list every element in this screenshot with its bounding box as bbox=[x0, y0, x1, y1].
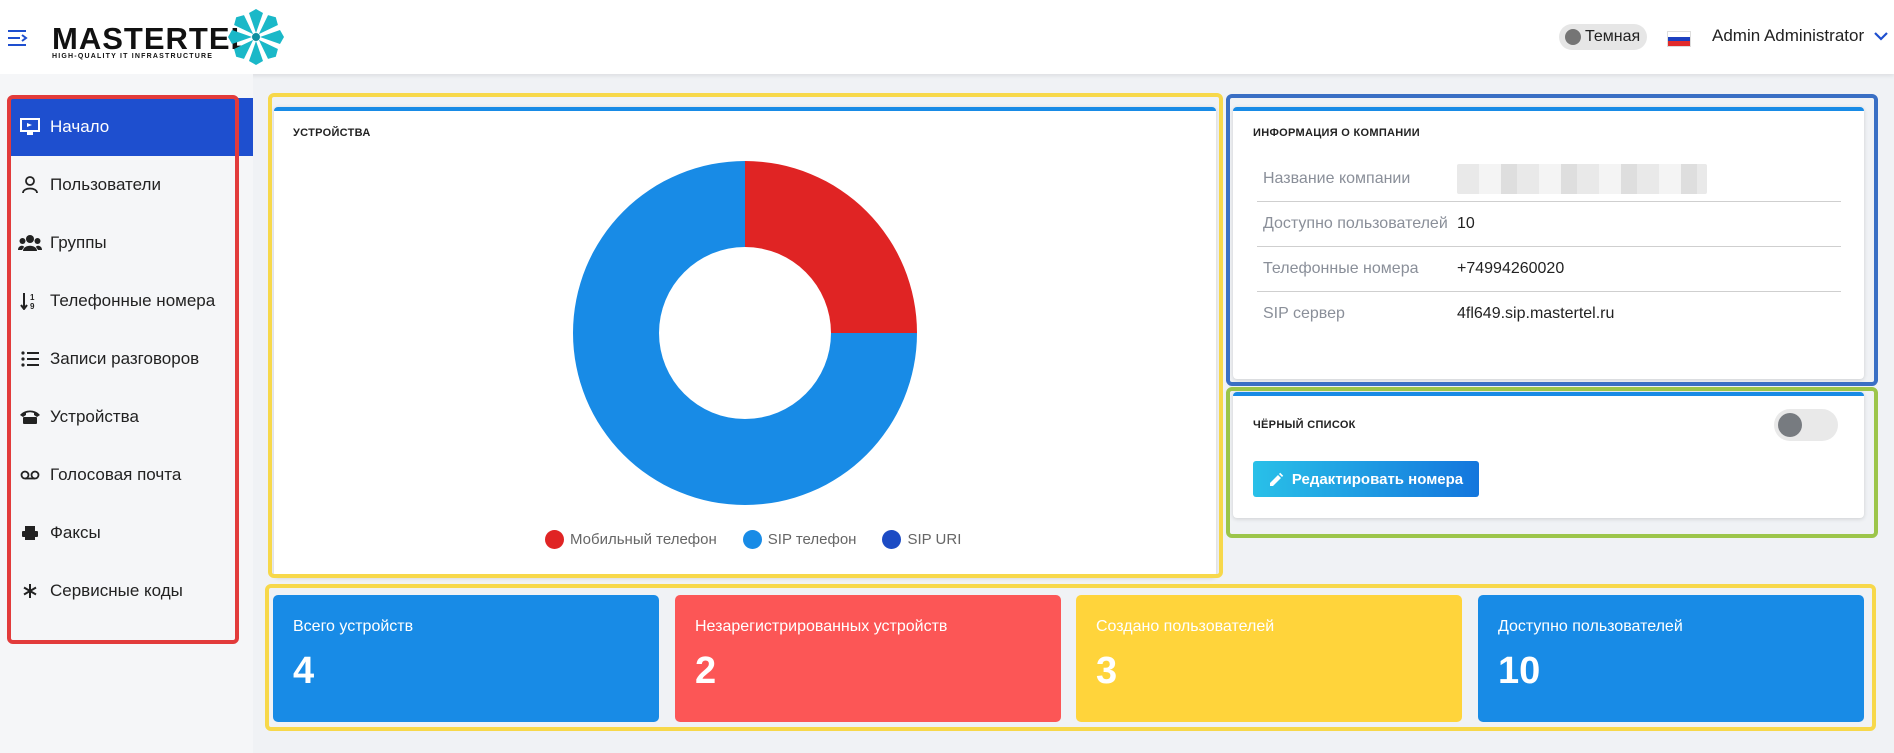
legend-item-0[interactable]: Мобильный телефон bbox=[545, 530, 717, 549]
chart-legend: Мобильный телефон SIP телефон SIP URI bbox=[545, 530, 961, 549]
edit-numbers-button-label: Редактировать номера bbox=[1291, 470, 1464, 488]
stat-label: Создано пользователей bbox=[1096, 618, 1275, 635]
sidebar-item-8[interactable]: Сервисные коды bbox=[8, 562, 253, 620]
legend-swatch bbox=[545, 530, 564, 549]
sidebar-item-4[interactable]: Записи разговоров bbox=[8, 330, 253, 388]
user-icon bbox=[18, 175, 42, 195]
blacklist-panel bbox=[1233, 392, 1864, 518]
svg-text:1: 1 bbox=[30, 293, 35, 302]
user-menu[interactable]: Admin Administrator bbox=[1712, 26, 1888, 46]
legend-label: SIP телефон bbox=[767, 531, 857, 548]
sidebar-item-label: Начало bbox=[50, 117, 110, 136]
legend-swatch bbox=[882, 530, 902, 549]
sidebar-item-7[interactable]: Факсы bbox=[8, 504, 253, 562]
sidebar-item-label: Группы bbox=[50, 233, 107, 252]
company-info-row: SIP сервер 4fl649.sip.mastertel.ru bbox=[1257, 292, 1841, 336]
legend-item-1[interactable]: SIP телефон bbox=[742, 530, 857, 549]
blacklist-toggle-switch[interactable] bbox=[1774, 409, 1838, 441]
company-info-value: 4fl649.sip.mastertel.ru bbox=[1457, 305, 1615, 322]
brand-tagline: HIGH-QUALITY IT INFRASTRUCTURE bbox=[52, 53, 214, 60]
sidebar-item-label: Телефонные номера bbox=[50, 291, 216, 310]
user-name: Admin Administrator bbox=[1712, 26, 1865, 45]
voicemail-icon bbox=[18, 465, 42, 485]
sidebar-item-label: Пользователи bbox=[50, 175, 161, 194]
company-info-value: 10 bbox=[1457, 215, 1475, 232]
theme-toggle-label: Темная bbox=[1585, 28, 1641, 45]
asterisk-icon bbox=[18, 581, 42, 601]
company-info-row: Название компании bbox=[1257, 157, 1841, 202]
stat-card-1: Незарегистрированных устройств 2 bbox=[675, 595, 1061, 722]
sidebar-item-2[interactable]: Группы bbox=[8, 214, 253, 272]
stat-value: 3 bbox=[1096, 650, 1118, 692]
group-icon bbox=[18, 233, 42, 253]
sidebar-item-0[interactable]: Начало bbox=[8, 98, 253, 156]
sidebar-item-label: Устройства bbox=[50, 407, 139, 426]
sidebar-item-5[interactable]: Устройства bbox=[8, 388, 253, 446]
sidebar-item-label: Голосовая почта bbox=[50, 465, 182, 484]
stat-label: Доступно пользователей bbox=[1498, 618, 1683, 635]
fax-icon bbox=[18, 523, 42, 543]
russian-flag-icon[interactable] bbox=[1667, 31, 1691, 47]
company-info-key: Название компании bbox=[1263, 170, 1411, 187]
snowflake-logo-icon bbox=[228, 9, 284, 65]
stat-card-0: Всего устройств 4 bbox=[273, 595, 659, 722]
stat-label: Всего устройств bbox=[293, 618, 414, 635]
sort-numbers-icon: 19 bbox=[18, 291, 42, 311]
company-name-redacted bbox=[1457, 164, 1707, 194]
pencil-icon bbox=[1269, 472, 1284, 486]
devices-donut-chart bbox=[573, 161, 917, 505]
svg-text:9: 9 bbox=[30, 302, 35, 310]
edit-numbers-button[interactable]: Редактировать номера bbox=[1253, 461, 1479, 497]
sidebar-item-label: Сервисные коды bbox=[50, 581, 183, 600]
company-info-row: Телефонные номера +74994260020 bbox=[1257, 247, 1841, 292]
brand-logo-text: MASTERTEL bbox=[52, 21, 251, 56]
stat-card-2: Создано пользователей 3 bbox=[1076, 595, 1462, 722]
stat-label: Незарегистрированных устройств bbox=[695, 618, 948, 635]
sidebar-item-1[interactable]: Пользователи bbox=[8, 156, 253, 214]
stat-value: 4 bbox=[293, 650, 315, 692]
theme-toggle-knob bbox=[1565, 29, 1581, 45]
stat-value: 10 bbox=[1498, 650, 1541, 692]
sidebar-nav: Начало Пользователи Группы 1 9 Телефонные ном… bbox=[8, 98, 253, 620]
theme-toggle[interactable]: Темная bbox=[1559, 24, 1647, 50]
company-info-title: ИНФОРМАЦИЯ О КОМПАНИИ bbox=[1253, 127, 1420, 139]
chevron-down-icon bbox=[1874, 32, 1888, 41]
devices-panel-title: УСТРОЙСТВА bbox=[293, 127, 371, 139]
phone-icon bbox=[18, 407, 42, 427]
company-info-key: Доступно пользователей bbox=[1263, 215, 1448, 232]
company-info-value: +74994260020 bbox=[1457, 260, 1565, 277]
sidebar-item-label: Факсы bbox=[50, 523, 101, 542]
legend-label: SIP URI bbox=[907, 531, 962, 548]
company-info-row: Доступно пользователей 10 bbox=[1257, 202, 1841, 247]
legend-label: Мобильный телефон bbox=[570, 531, 717, 548]
company-info-key: Телефонные номера bbox=[1263, 260, 1419, 277]
stat-value: 2 bbox=[695, 650, 717, 692]
stat-card-3: Доступно пользователей 10 bbox=[1478, 595, 1864, 722]
list-icon bbox=[18, 349, 42, 369]
donut-slice-0[interactable] bbox=[745, 161, 917, 333]
legend-item-2[interactable]: SIP URI bbox=[882, 530, 961, 549]
sidebar-item-label: Записи разговоров bbox=[50, 349, 200, 368]
monitor-icon bbox=[18, 117, 42, 137]
sidebar-item-6[interactable]: Голосовая почта bbox=[8, 446, 253, 504]
switch-knob bbox=[1778, 413, 1802, 437]
company-info-key: SIP сервер bbox=[1263, 305, 1345, 322]
blacklist-title: ЧЁРНЫЙ СПИСОК bbox=[1253, 419, 1356, 431]
legend-swatch bbox=[742, 530, 762, 549]
menu-toggle-icon[interactable] bbox=[6, 28, 30, 48]
sidebar-item-3[interactable]: 1 9 Телефонные номера bbox=[8, 272, 253, 330]
company-info-table: Название компании Доступно пользователей 1… bbox=[1233, 157, 1864, 357]
